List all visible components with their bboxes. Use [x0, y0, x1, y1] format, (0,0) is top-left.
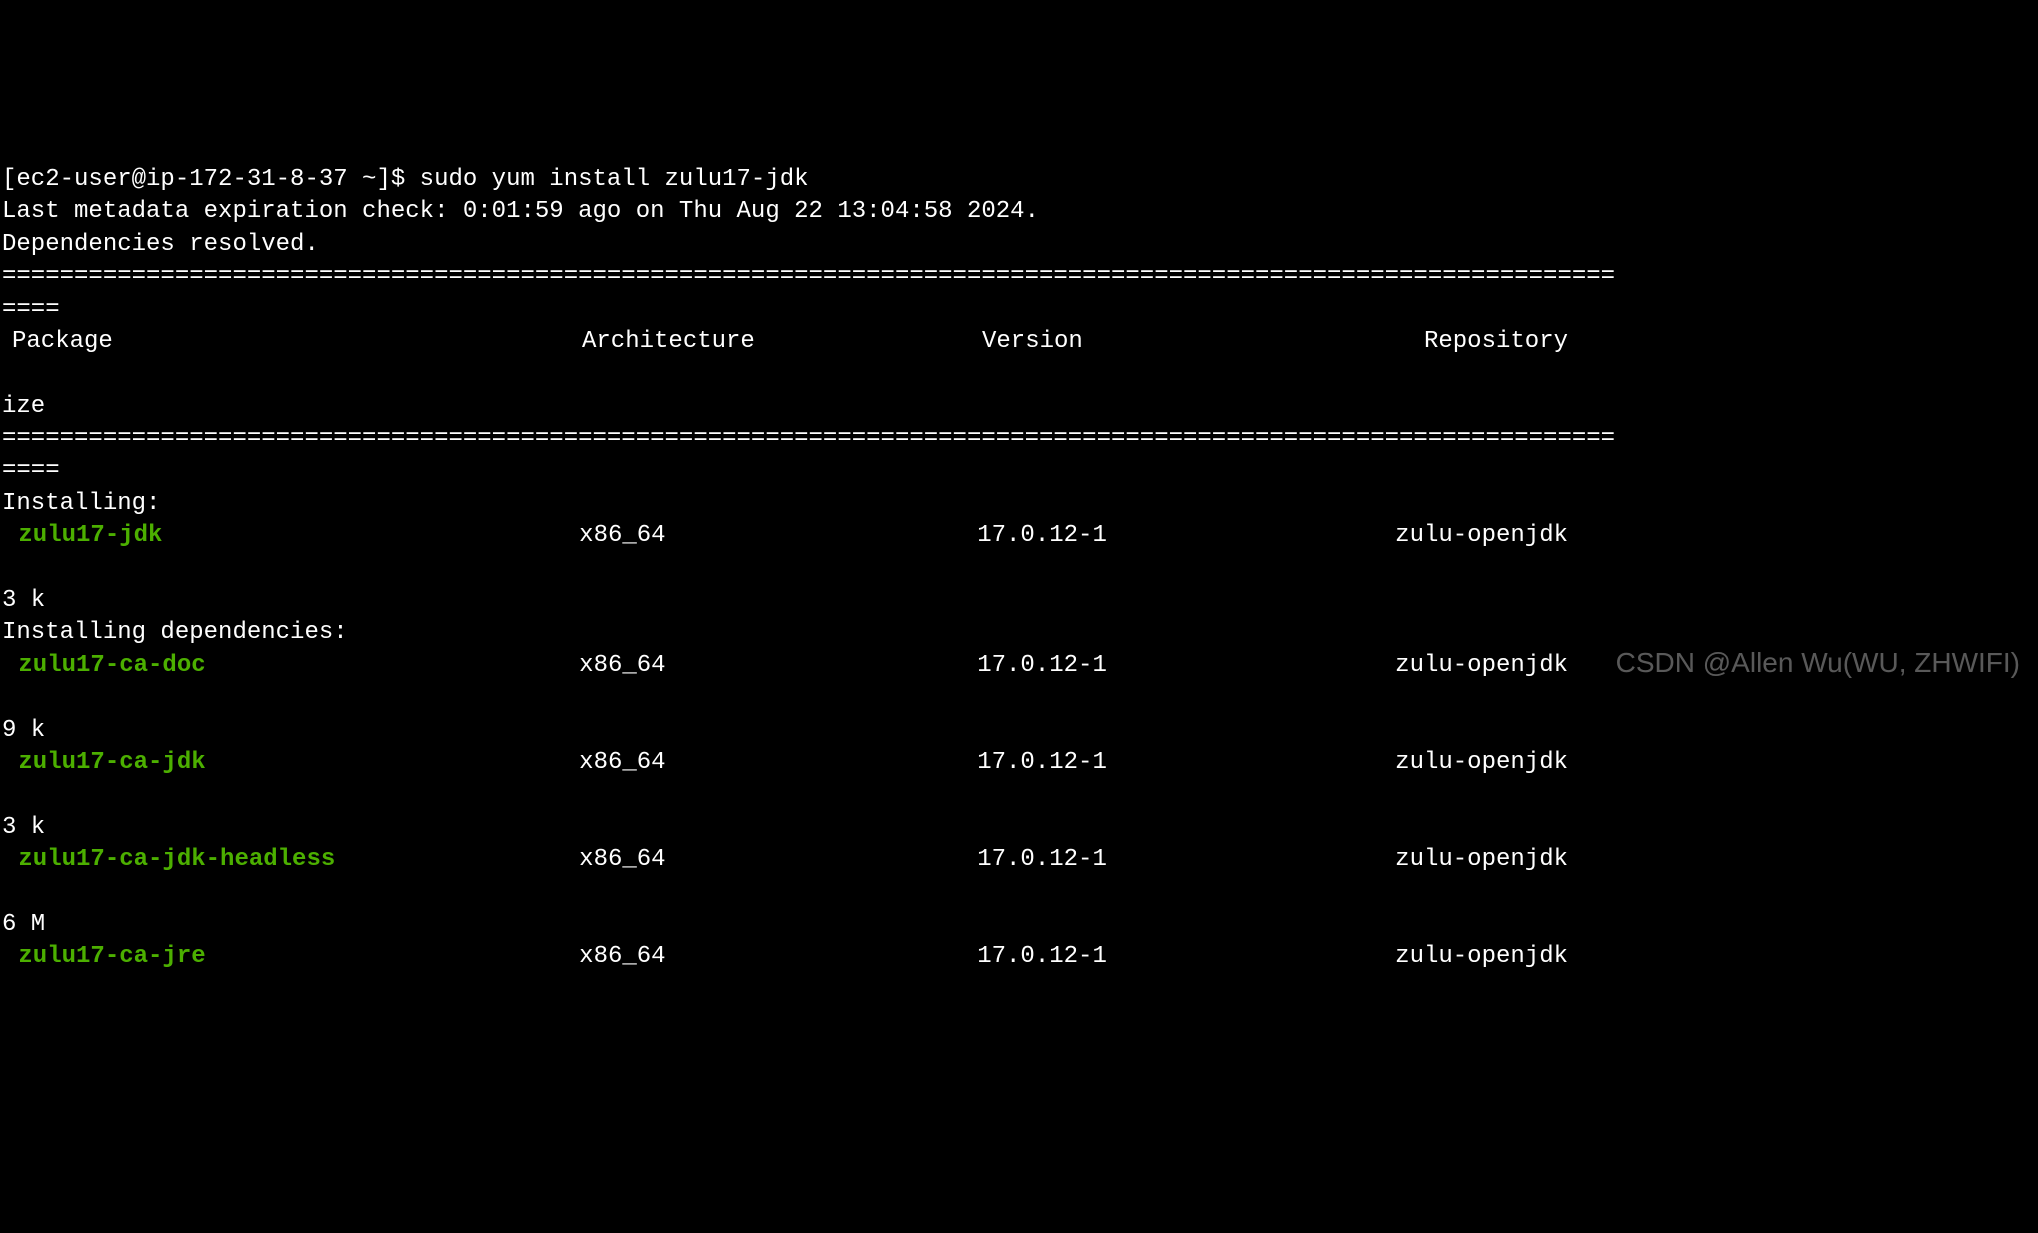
section-installing-deps: Installing dependencies:: [2, 619, 348, 646]
prompt-user-host: [ec2-user@ip-172-31-8-37 ~]$: [2, 166, 420, 193]
header-arch: Architecture: [582, 326, 982, 358]
section-installing: Installing:: [2, 490, 160, 517]
package-version: 17.0.12-1: [977, 747, 1395, 779]
prompt-command: sudo yum install zulu17-jdk: [420, 166, 809, 193]
package-name: zulu17-ca-jdk: [18, 749, 205, 776]
package-size-frag: 3 k: [2, 587, 45, 614]
package-arch: x86_64: [579, 844, 977, 876]
package-name: zulu17-ca-doc: [18, 652, 205, 679]
table-row: zulu17-ca-jdk x86_6417.0.12-1zulu-openjdk: [2, 747, 2038, 779]
table-row: zulu17-jdk x86_6417.0.12-1zulu-openjdk: [2, 520, 2038, 552]
header-package: Package: [2, 326, 582, 358]
table-row: zulu17-ca-jdk-headless x86_6417.0.12-1zul…: [2, 844, 2038, 876]
package-repo: zulu-openjdk: [1395, 941, 2038, 973]
metadata-line: Last metadata expiration check: 0:01:59 …: [2, 198, 1039, 225]
header-repo: Repository: [1402, 326, 2038, 358]
package-name: zulu17-ca-jre: [18, 943, 205, 970]
package-arch: x86_64: [579, 650, 977, 682]
prompt-line: [ec2-user@ip-172-31-8-37 ~]$ sudo yum in…: [2, 166, 809, 193]
package-version: 17.0.12-1: [977, 844, 1395, 876]
package-repo: zulu-openjdk: [1395, 844, 2038, 876]
package-arch: x86_64: [579, 941, 977, 973]
package-name: zulu17-ca-jdk-headless: [18, 846, 335, 873]
package-version: 17.0.12-1: [977, 520, 1395, 552]
package-size-frag: 6 M: [2, 911, 45, 938]
package-repo: zulu-openjdk: [1395, 747, 2038, 779]
package-arch: x86_64: [579, 747, 977, 779]
watermark-text: CSDN @Allen Wu(WU, ZHWIFI): [1616, 644, 2020, 682]
package-repo: zulu-openjdk: [1395, 520, 2038, 552]
terminal-output: [ec2-user@ip-172-31-8-37 ~]$ sudo yum in…: [2, 132, 2038, 1007]
separator-mid-wrap: ====: [2, 457, 60, 484]
package-version: 17.0.12-1: [977, 650, 1395, 682]
header-size-wrap: ize: [2, 393, 45, 420]
separator-top: ========================================…: [2, 263, 1615, 290]
header-version: Version: [982, 326, 1402, 358]
header-row: PackageArchitectureVersionRepository: [2, 326, 2038, 358]
separator-mid: ========================================…: [2, 425, 1615, 452]
separator-top-wrap: ====: [2, 296, 60, 323]
package-size-frag: 3 k: [2, 814, 45, 841]
package-size-frag: 9 k: [2, 717, 45, 744]
table-row: zulu17-ca-jre x86_6417.0.12-1zulu-openjdk: [2, 941, 2038, 973]
package-arch: x86_64: [579, 520, 977, 552]
package-name: zulu17-jdk: [18, 522, 162, 549]
deps-resolved-line: Dependencies resolved.: [2, 231, 319, 258]
package-version: 17.0.12-1: [977, 941, 1395, 973]
